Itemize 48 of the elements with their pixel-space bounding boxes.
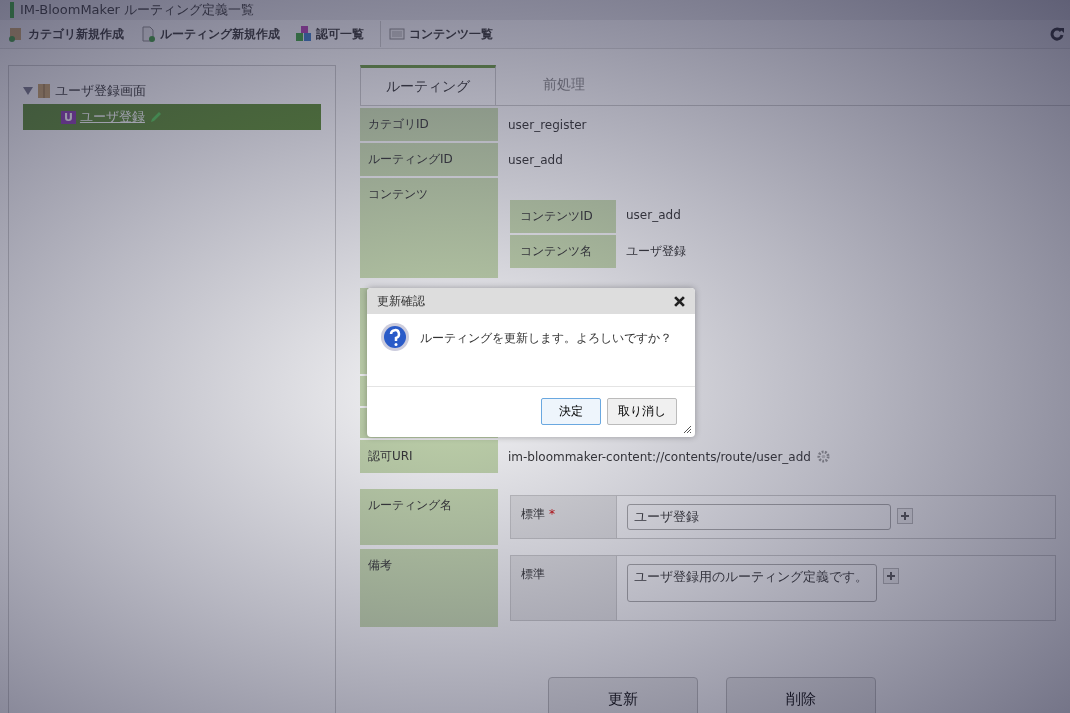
- collapse-arrow-icon[interactable]: [23, 86, 33, 96]
- field-label: コンテンツID: [510, 200, 616, 233]
- tab[interactable]: ルーティング: [360, 65, 496, 105]
- blocks-icon: [296, 26, 312, 42]
- dialog-button[interactable]: 取り消し: [607, 398, 677, 425]
- document-icon: [140, 26, 156, 42]
- question-icon: [380, 322, 410, 352]
- tree-item[interactable]: ユーザ登録画面: [55, 82, 146, 100]
- add-icon[interactable]: [897, 508, 913, 524]
- add-icon[interactable]: [883, 568, 899, 584]
- toolbar-button[interactable]: 認可一覧: [296, 21, 374, 47]
- field-label: 備考: [360, 549, 498, 627]
- field-value: user_register: [507, 116, 588, 134]
- list-icon: [389, 26, 405, 42]
- field-value: ユーザ登録: [625, 243, 687, 260]
- field-label: カテゴリID: [360, 108, 498, 141]
- dialog-message: ルーティングを更新します。よろしいですか？: [420, 330, 672, 347]
- action-button[interactable]: 更新: [548, 677, 698, 713]
- field-value: im-bloommaker-content://contents/route/user_add: [508, 449, 811, 464]
- field-value: user_add: [625, 207, 682, 224]
- toolbar-button[interactable]: ルーティング新規作成: [140, 21, 290, 47]
- locale-label: 標準: [521, 507, 545, 521]
- dialog-button[interactable]: 決定: [541, 398, 601, 425]
- settings-icon[interactable]: [816, 450, 830, 463]
- field-label: ルーティングID: [360, 143, 498, 176]
- folder-icon: [8, 26, 24, 42]
- book-icon: [37, 83, 51, 99]
- required-mark: *: [549, 507, 555, 521]
- locale-label: 標準: [521, 567, 545, 581]
- field-label: 認可URI: [360, 440, 498, 473]
- tree-item-link[interactable]: ユーザ登録: [79, 108, 145, 126]
- app-logo-icon: [10, 2, 14, 18]
- tab[interactable]: 前処理: [496, 65, 632, 105]
- close-icon[interactable]: [674, 295, 685, 307]
- field-label: ルーティング名: [360, 489, 498, 545]
- action-button[interactable]: 削除: [726, 677, 876, 713]
- field-label: コンテンツ名: [510, 235, 616, 268]
- type-badge: U: [61, 110, 76, 124]
- text-area[interactable]: ユーザ登録用のルーティング定義です。: [627, 564, 877, 602]
- toolbar-button[interactable]: コンテンツ一覧: [380, 21, 503, 47]
- input-field[interactable]: ユーザ登録: [627, 504, 891, 530]
- field-label: コンテンツ: [360, 178, 498, 278]
- dialog-title: 更新確認: [377, 292, 425, 310]
- resize-grip-icon[interactable]: [682, 424, 692, 434]
- refresh-icon[interactable]: [1050, 27, 1064, 41]
- field-value: user_add: [507, 151, 564, 169]
- tree-item-row[interactable]: U ユーザ登録: [23, 104, 321, 130]
- toolbar-button[interactable]: カテゴリ新規作成: [8, 21, 134, 47]
